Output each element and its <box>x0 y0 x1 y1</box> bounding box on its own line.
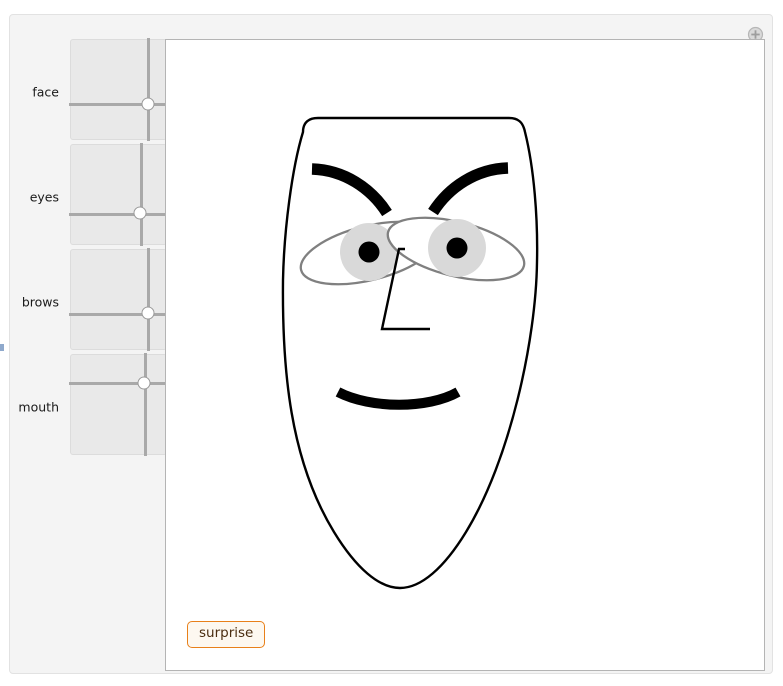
face-outline <box>281 116 539 590</box>
left-eyebrow <box>311 163 392 217</box>
slider-knob-eyes[interactable] <box>133 206 147 220</box>
slider-crosshair-horizontal <box>69 382 168 386</box>
slider2d-mouth[interactable] <box>69 353 168 456</box>
slider-crosshair-vertical <box>143 353 147 456</box>
slider-label-face: face <box>32 84 59 99</box>
selection-tick <box>0 344 4 351</box>
surprise-button[interactable]: surprise <box>187 621 266 648</box>
manipulate-frame: face eyes brows mouth surprise <box>9 14 773 674</box>
slider-crosshair-horizontal <box>69 212 168 216</box>
control-row-mouth: mouth <box>10 353 168 459</box>
slider-knob-mouth[interactable] <box>137 376 151 390</box>
slider2d-brows[interactable] <box>69 248 168 351</box>
right-eye-pupil <box>446 237 468 259</box>
right-eyebrow <box>428 162 509 216</box>
slider-crosshair-vertical <box>139 143 143 246</box>
graphics-output-panel: surprise <box>165 39 765 671</box>
slider-crosshair-vertical <box>147 38 151 141</box>
slider-label-mouth: mouth <box>18 399 59 414</box>
screenshot-root: face eyes brows mouth surprise <box>0 0 783 686</box>
control-row-eyes: eyes <box>10 143 168 249</box>
control-row-face: face <box>10 38 168 144</box>
slider-label-eyes: eyes <box>29 189 59 204</box>
left-eye-pupil <box>358 241 380 263</box>
mouth <box>335 387 461 410</box>
slider-crosshair-vertical <box>147 248 151 351</box>
control-row-brows: brows <box>10 248 168 354</box>
slider2d-eyes[interactable] <box>69 143 168 246</box>
slider-label-brows: brows <box>21 294 59 309</box>
slider-knob-brows[interactable] <box>141 306 155 320</box>
slider-knob-face[interactable] <box>141 97 155 111</box>
slider2d-face[interactable] <box>69 38 168 141</box>
face-drawing <box>281 116 539 590</box>
control-column: face eyes brows mouth <box>10 38 168 459</box>
